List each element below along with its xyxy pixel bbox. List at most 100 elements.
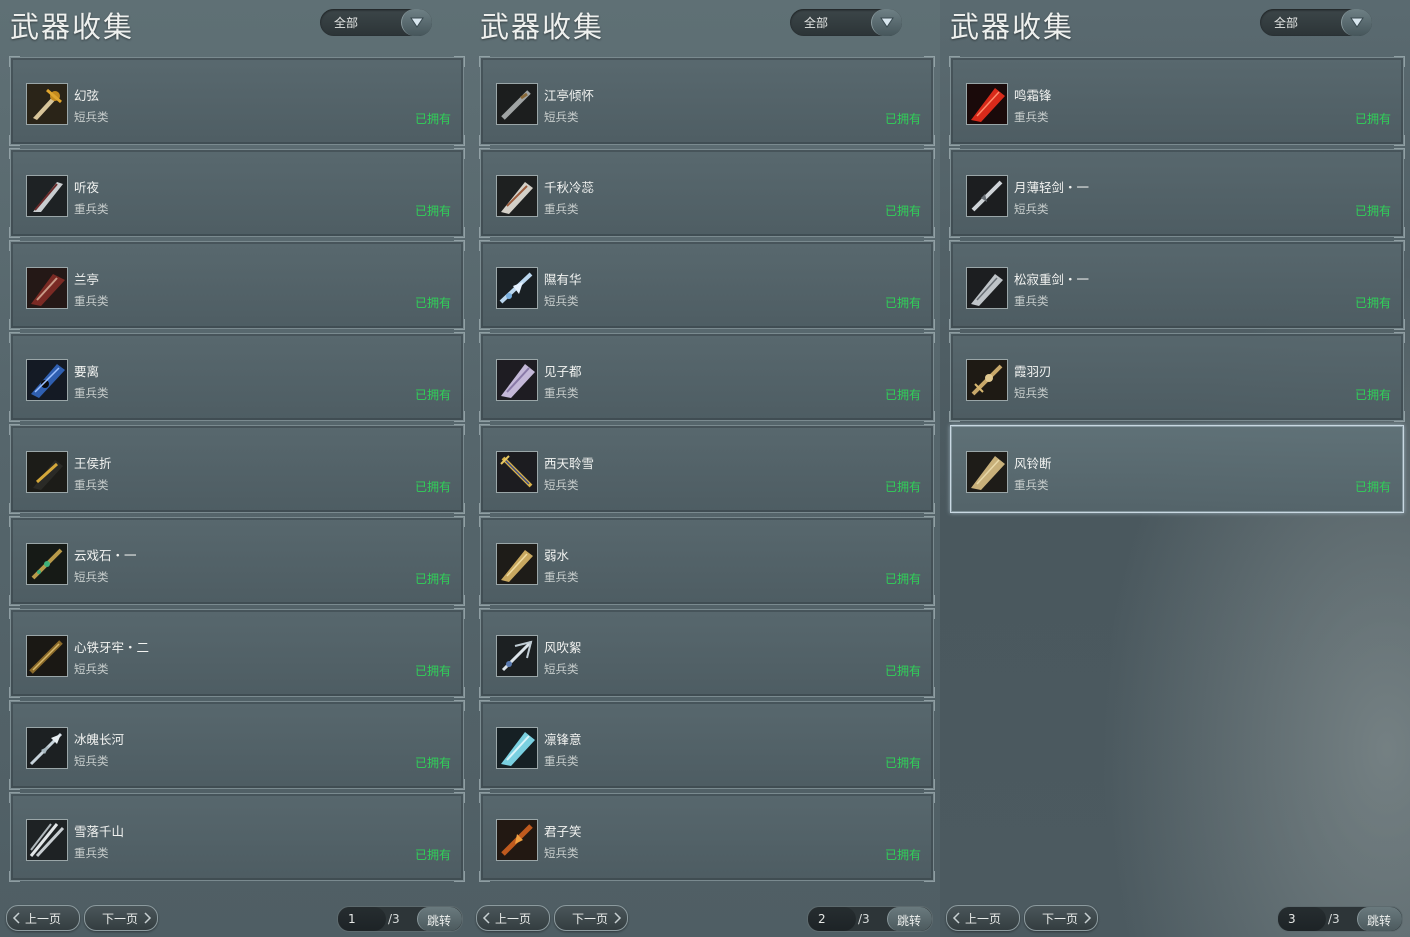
owned-status: 已拥有 xyxy=(414,572,451,586)
cyan-greatsword-icon xyxy=(496,727,538,769)
weapon-card[interactable]: 千秋冷蕊 重兵类 已拥有 xyxy=(479,148,935,238)
jump-label: 跳转 xyxy=(427,914,452,928)
owned-status: 已拥有 xyxy=(414,388,451,402)
owned-status: 已拥有 xyxy=(414,296,451,310)
weapon-name: 雪落千山 xyxy=(74,824,125,839)
owned-status: 已拥有 xyxy=(884,296,921,310)
weapon-type: 重兵类 xyxy=(74,846,109,860)
category-filter-dropdown[interactable]: 全部 xyxy=(320,9,432,36)
weapon-card[interactable]: 云戏石・一 短兵类 已拥有 xyxy=(9,516,465,606)
weapon-name: 兰亭 xyxy=(74,272,100,287)
weapon-name: 听夜 xyxy=(74,180,100,195)
chevron-down-icon[interactable] xyxy=(1341,9,1372,36)
bronze-dagger-icon xyxy=(26,635,68,677)
owned-status: 已拥有 xyxy=(414,848,451,862)
weapon-card[interactable]: 风吹絮 短兵类 已拥有 xyxy=(479,608,935,698)
jump-label: 跳转 xyxy=(897,914,922,928)
weapon-type: 重兵类 xyxy=(74,386,109,400)
weapon-card[interactable]: 心铁牙牢・二 短兵类 已拥有 xyxy=(9,608,465,698)
owned-status: 已拥有 xyxy=(884,388,921,402)
weapon-type: 短兵类 xyxy=(544,846,579,860)
weapon-name: 隰有华 xyxy=(544,272,582,287)
chevron-left-icon xyxy=(482,912,490,924)
weapon-card[interactable]: 月薄轻剑・一 短兵类 已拥有 xyxy=(949,148,1405,238)
owned-status: 已拥有 xyxy=(884,204,921,218)
prev-page-button[interactable]: 上一页 xyxy=(476,905,550,931)
weapon-card[interactable]: 幻弦 短兵类 已拥有 xyxy=(9,56,465,146)
next-page-label: 下一页 xyxy=(102,912,139,926)
golden-ornate-dagger-icon xyxy=(966,359,1008,401)
jump-button[interactable]: 跳转 xyxy=(1357,907,1402,931)
red-greatsword-icon xyxy=(966,83,1008,125)
jump-button[interactable]: 跳转 xyxy=(887,907,932,931)
weapon-type: 重兵类 xyxy=(74,202,109,216)
chevron-down-icon[interactable] xyxy=(871,9,902,36)
flame-dagger-icon xyxy=(496,819,538,861)
weapon-card[interactable]: 冰魄长河 短兵类 已拥有 xyxy=(9,700,465,790)
owned-status: 已拥有 xyxy=(884,664,921,678)
prev-page-label: 上一页 xyxy=(25,912,62,926)
current-page: 1 xyxy=(348,912,356,926)
weapon-card[interactable]: 霞羽刃 短兵类 已拥有 xyxy=(949,332,1405,422)
crystal-blade-icon xyxy=(496,267,538,309)
page-number-input[interactable]: 1 xyxy=(338,907,386,931)
prev-page-button[interactable]: 上一页 xyxy=(946,905,1020,931)
weapon-name: 千秋冷蕊 xyxy=(544,180,595,195)
owned-status: 已拥有 xyxy=(414,480,451,494)
weapon-panel-2: 武器收集 全部 江亭倾怀 短兵类 已拥有 千秋冷蕊 重兵类 已拥有 隰有华 短兵… xyxy=(470,0,940,937)
weapon-card[interactable]: 要离 重兵类 已拥有 xyxy=(9,332,465,422)
weapon-card[interactable]: 听夜 重兵类 已拥有 xyxy=(9,148,465,238)
page-number-input[interactable]: 2 xyxy=(808,907,856,931)
weapon-name: 霞羽刃 xyxy=(1014,364,1052,379)
weapon-card[interactable]: 江亭倾怀 短兵类 已拥有 xyxy=(479,56,935,146)
weapon-card[interactable]: 西天聆雪 短兵类 已拥有 xyxy=(479,424,935,514)
weapon-card[interactable]: 兰亭 重兵类 已拥有 xyxy=(9,240,465,330)
prev-page-label: 上一页 xyxy=(495,912,532,926)
total-pages: /3 xyxy=(858,912,870,926)
weapon-card[interactable]: 鸣霜锋 重兵类 已拥有 xyxy=(949,56,1405,146)
next-page-button[interactable]: 下一页 xyxy=(84,905,158,931)
weapon-card[interactable]: 隰有华 短兵类 已拥有 xyxy=(479,240,935,330)
weapon-card[interactable]: 弱水 重兵类 已拥有 xyxy=(479,516,935,606)
prev-page-button[interactable]: 上一页 xyxy=(6,905,80,931)
steel-dagger-icon xyxy=(496,83,538,125)
weapon-type: 短兵类 xyxy=(544,662,579,676)
golden-spear-icon xyxy=(496,451,538,493)
steel-greatsword-icon xyxy=(966,267,1008,309)
weapon-name: 风铃断 xyxy=(1014,456,1052,471)
weapon-name: 江亭倾怀 xyxy=(544,88,595,103)
owned-status: 已拥有 xyxy=(884,112,921,126)
weapon-card[interactable]: 见子都 重兵类 已拥有 xyxy=(479,332,935,422)
weapon-type: 重兵类 xyxy=(74,478,109,492)
chevron-left-icon xyxy=(12,912,20,924)
weapon-name: 凛锋意 xyxy=(544,732,582,747)
weapon-card-selected[interactable]: 风铃断 重兵类 已拥有 xyxy=(950,425,1404,513)
weapon-card[interactable]: 雪落千山 重兵类 已拥有 xyxy=(9,792,465,882)
weapon-name: 心铁牙牢・二 xyxy=(74,640,150,655)
next-page-button[interactable]: 下一页 xyxy=(1024,905,1098,931)
page-jumper: 1 /3 跳转 xyxy=(337,906,463,932)
blue-greatsword-icon xyxy=(26,359,68,401)
bronze-greatsword-icon xyxy=(966,451,1008,493)
jump-button[interactable]: 跳转 xyxy=(417,907,462,931)
trident-dagger-icon xyxy=(496,635,538,677)
weapon-type: 短兵类 xyxy=(74,110,109,124)
weapon-card[interactable]: 凛锋意 重兵类 已拥有 xyxy=(479,700,935,790)
weapon-card[interactable]: 松寂重剑・一 重兵类 已拥有 xyxy=(949,240,1405,330)
filter-value: 全部 xyxy=(1274,16,1299,30)
category-filter-dropdown[interactable]: 全部 xyxy=(1260,9,1372,36)
weapon-type: 短兵类 xyxy=(1014,202,1049,216)
weapon-panel-3: 武器收集 全部 鸣霜锋 重兵类 已拥有 月薄轻剑・一 短兵类 已拥有 松寂重剑・… xyxy=(940,0,1410,937)
weapon-name: 风吹絮 xyxy=(544,640,582,655)
filter-value: 全部 xyxy=(804,16,829,30)
next-page-button[interactable]: 下一页 xyxy=(554,905,628,931)
owned-status: 已拥有 xyxy=(884,572,921,586)
weapon-type: 重兵类 xyxy=(544,202,579,216)
chevron-down-icon[interactable] xyxy=(401,9,432,36)
weapon-card[interactable]: 君子笑 短兵类 已拥有 xyxy=(479,792,935,882)
page-number-input[interactable]: 3 xyxy=(1278,907,1326,931)
weapon-type: 短兵类 xyxy=(1014,386,1049,400)
category-filter-dropdown[interactable]: 全部 xyxy=(790,9,902,36)
weapon-card[interactable]: 王侯折 重兵类 已拥有 xyxy=(9,424,465,514)
owned-status: 已拥有 xyxy=(414,112,451,126)
